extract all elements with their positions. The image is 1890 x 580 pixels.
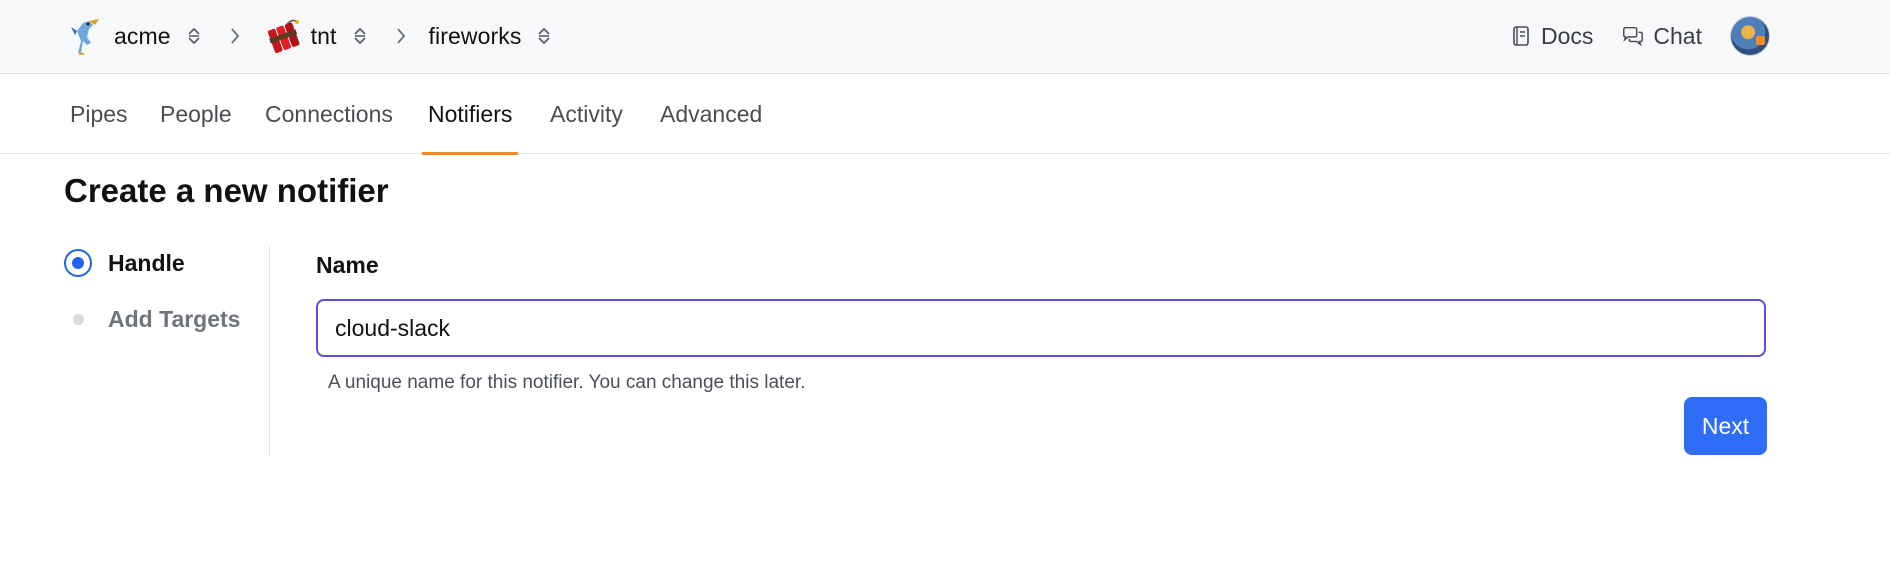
next-button[interactable]: Next <box>1684 397 1767 455</box>
name-input[interactable] <box>316 299 1766 357</box>
name-hint: A unique name for this notifier. You can… <box>328 372 806 393</box>
tab-activity[interactable]: Activity <box>550 75 623 154</box>
tab-pipes[interactable]: Pipes <box>70 75 128 154</box>
docs-label: Docs <box>1541 22 1594 49</box>
tab-advanced[interactable]: Advanced <box>660 75 762 154</box>
header-actions: Docs Chat <box>1509 14 1770 58</box>
breadcrumb-project[interactable]: tnt <box>263 16 367 56</box>
breadcrumb: acme tnt fireworks <box>66 14 551 58</box>
tab-people[interactable]: People <box>160 75 232 154</box>
roadrunner-logo-icon <box>66 16 106 56</box>
top-bar: acme tnt fireworks Docs Chat <box>0 0 1890 74</box>
step-add-targets[interactable]: Add Targets <box>64 302 240 336</box>
project-switcher-icon[interactable] <box>353 25 367 47</box>
breadcrumb-environment[interactable]: fireworks <box>429 23 552 50</box>
chat-bubbles-icon <box>1621 24 1645 48</box>
chevron-right-icon <box>229 26 241 46</box>
page-title: Create a new notifier <box>64 172 389 209</box>
stepper: Handle Add Targets <box>64 246 270 456</box>
tab-bar: Pipes People Connections Notifiers Activ… <box>0 75 1890 155</box>
tab-notifiers[interactable]: Notifiers <box>421 75 519 155</box>
book-icon <box>1509 24 1533 48</box>
breadcrumb-environment-label: fireworks <box>428 22 522 49</box>
step-pending-indicator-icon <box>64 305 92 333</box>
environment-switcher-icon[interactable] <box>537 25 551 47</box>
chevron-right-icon <box>395 26 407 46</box>
dynamite-logo-icon <box>263 16 303 56</box>
breadcrumb-org-label: acme <box>114 22 171 49</box>
docs-link[interactable]: Docs <box>1509 23 1593 50</box>
step-handle[interactable]: Handle <box>64 246 185 280</box>
tab-connections[interactable]: Connections <box>265 75 393 154</box>
chat-label: Chat <box>1653 22 1702 49</box>
breadcrumb-project-label: tnt <box>310 22 337 49</box>
user-avatar[interactable] <box>1730 16 1770 56</box>
chat-link[interactable]: Chat <box>1621 23 1702 50</box>
name-field-label: Name <box>316 252 379 278</box>
step-add-targets-label: Add Targets <box>108 305 241 332</box>
breadcrumb-org[interactable]: acme <box>66 16 201 56</box>
org-switcher-icon[interactable] <box>187 25 201 47</box>
step-handle-label: Handle <box>108 249 185 276</box>
step-current-indicator-icon <box>64 249 92 277</box>
